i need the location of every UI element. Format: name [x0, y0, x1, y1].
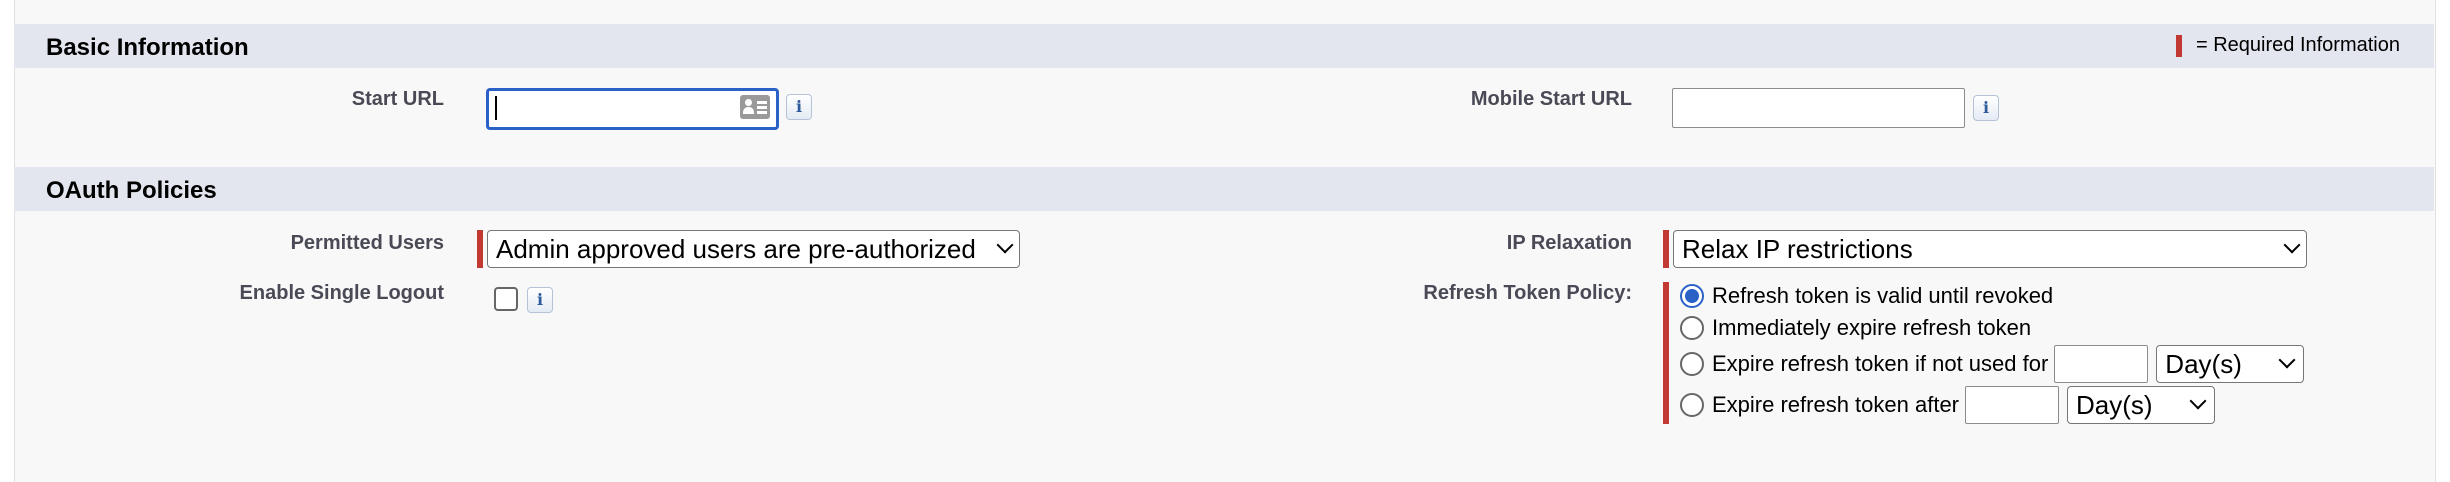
single-logout-info-icon[interactable]: i: [527, 287, 553, 313]
refresh-token-policy-label: Refresh Token Policy:: [1423, 282, 1632, 304]
chevron-down-icon: [2189, 392, 2207, 410]
chevron-down-icon: [2278, 351, 2296, 369]
mobile-start-url-label: Mobile Start URL: [1470, 88, 1632, 110]
basic-information-header: Basic Information = Required Information: [14, 24, 2434, 68]
refresh-option-label: Expire refresh token after: [1712, 392, 1960, 417]
start-url-info-icon[interactable]: i: [786, 94, 812, 120]
oauth-policies-header: OAuth Policies: [14, 167, 2434, 211]
enable-single-logout-checkbox[interactable]: [494, 287, 518, 311]
required-marker-icon: [2175, 34, 2182, 57]
radio-button[interactable]: [1680, 316, 1704, 340]
refresh-option-expire-if-unused[interactable]: Expire refresh token if not used for Day…: [1680, 345, 2305, 383]
refresh-token-required-marker: [1663, 282, 1669, 424]
refresh-option-expire-after[interactable]: Expire refresh token after Day(s): [1680, 386, 2216, 424]
expire-after-unit-selected: Day(s): [2076, 390, 2153, 420]
basic-information-title: Basic Information: [46, 34, 249, 61]
unused-for-duration-input[interactable]: [2054, 345, 2149, 383]
unused-for-unit-selected: Day(s): [2165, 349, 2242, 379]
text-caret: [495, 96, 497, 120]
radio-button-selected[interactable]: [1680, 284, 1704, 308]
refresh-option-label: Expire refresh token if not used for: [1712, 351, 2049, 376]
chevron-down-icon: [996, 236, 1014, 254]
ip-relaxation-selected: Relax IP restrictions: [1682, 234, 1913, 264]
permitted-users-label: Permitted Users: [290, 232, 444, 254]
unused-for-unit-select[interactable]: Day(s): [2156, 345, 2305, 383]
expire-after-unit-select[interactable]: Day(s): [2067, 386, 2216, 424]
radio-button[interactable]: [1680, 393, 1704, 417]
refresh-option-immediately-expire[interactable]: Immediately expire refresh token: [1680, 315, 2031, 341]
expire-after-duration-input[interactable]: [1965, 386, 2060, 424]
chevron-down-icon: [2283, 236, 2301, 254]
permitted-users-select[interactable]: Admin approved users are pre-authorized: [487, 230, 1020, 268]
refresh-option-label: Refresh token is valid until revoked: [1712, 283, 2054, 308]
permitted-users-required-marker: [477, 230, 483, 268]
oauth-policies-title: OAuth Policies: [46, 177, 217, 204]
permitted-users-selected: Admin approved users are pre-authorized: [496, 234, 976, 264]
ip-relaxation-label: IP Relaxation: [1506, 232, 1632, 254]
ip-relaxation-required-marker: [1663, 230, 1669, 268]
required-info-text: = Required Information: [2195, 34, 2400, 56]
autofill-contact-icon[interactable]: [740, 95, 770, 119]
required-info-legend: = Required Information: [2175, 34, 2400, 57]
ip-relaxation-select[interactable]: Relax IP restrictions: [1673, 230, 2307, 268]
mobile-start-url-info-icon[interactable]: i: [1973, 95, 1999, 121]
refresh-option-until-revoked[interactable]: Refresh token is valid until revoked: [1680, 283, 2053, 309]
radio-button[interactable]: [1680, 352, 1704, 376]
enable-single-logout-label: Enable Single Logout: [239, 282, 444, 304]
start-url-label: Start URL: [351, 88, 444, 110]
start-url-input[interactable]: [486, 88, 779, 130]
refresh-option-label: Immediately expire refresh token: [1712, 315, 2032, 340]
mobile-start-url-input[interactable]: [1672, 88, 1965, 128]
